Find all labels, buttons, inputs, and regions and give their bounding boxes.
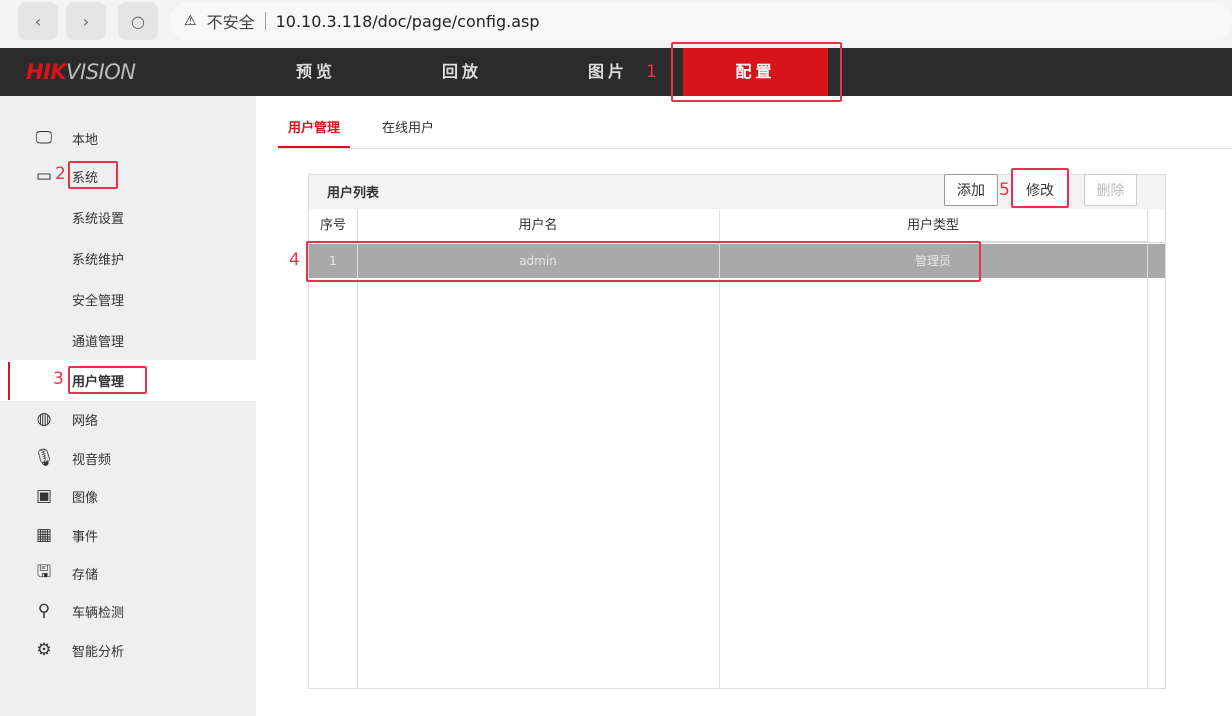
column-header-user-type: 用户类型 <box>719 210 1147 242</box>
annotation-number: 5 <box>999 180 1010 200</box>
delete-button[interactable]: 删除 <box>1084 174 1137 206</box>
selection-indicator <box>8 362 10 400</box>
sidebar-item-security[interactable]: 安全管理 <box>0 279 256 319</box>
window-icon: ▭ <box>34 166 54 186</box>
sidebar-item-video-audio[interactable]: 🎙 视音频 <box>0 438 256 478</box>
forward-button[interactable]: › <box>66 2 106 40</box>
column-divider <box>1147 210 1148 688</box>
image-icon: ▣ <box>34 486 54 506</box>
sidebar-item-system-maintenance[interactable]: 系统维护 <box>0 238 256 278</box>
sidebar-item-image[interactable]: ▣ 图像 <box>0 476 256 516</box>
nav-preview[interactable]: 预览 <box>296 48 336 96</box>
address-bar[interactable]: ⚠ 不安全 10.10.3.118/doc/page/config.asp <box>170 2 1232 40</box>
tab-user-management[interactable]: 用户管理 <box>278 112 350 148</box>
annotation-number: 1 <box>646 62 657 82</box>
sidebar-item-label: 视音频 <box>72 449 111 468</box>
add-button[interactable]: 添加 <box>944 174 998 206</box>
sidebar-item-label: 本地 <box>72 129 98 148</box>
warning-icon: ⚠ <box>184 13 197 29</box>
column-header-username: 用户名 <box>357 210 719 242</box>
sidebar-item-label: 事件 <box>72 526 98 545</box>
divider <box>265 12 266 30</box>
sidebar-item-label: 网络 <box>72 410 98 429</box>
column-header-index: 序号 <box>309 210 357 242</box>
annotation-box <box>68 366 147 394</box>
annotation-box <box>306 241 981 282</box>
sidebar-item-storage[interactable]: 🖫 存储 <box>0 553 256 593</box>
sidebar-item-label: 智能分析 <box>72 641 124 660</box>
vehicle-search-icon: ⚲ <box>34 601 54 621</box>
sidebar-item-label: 安全管理 <box>72 290 124 309</box>
sidebar-item-smart-analysis[interactable]: ⚙ 智能分析 <box>0 630 256 670</box>
annotation-number: 2 <box>55 164 66 184</box>
sidebar-item-local[interactable]: 🖵 本地 <box>0 118 256 158</box>
nav-playback[interactable]: 回放 <box>442 48 482 96</box>
sidebar-item-system[interactable]: ▭系统 <box>0 156 256 196</box>
reload-button[interactable]: ○ <box>118 2 158 40</box>
back-button[interactable]: ‹ <box>18 2 58 40</box>
annotation-box <box>671 42 842 102</box>
sidebar-item-event[interactable]: ▦ 事件 <box>0 515 256 555</box>
sidebar-item-vehicle-detection[interactable]: ⚲ 车辆检测 <box>0 591 256 631</box>
sidebar-item-label: 通道管理 <box>72 331 124 350</box>
sidebar-item-label: 系统维护 <box>72 249 124 268</box>
url-text: 10.10.3.118/doc/page/config.asp <box>276 12 540 31</box>
nav-picture[interactable]: 图片 <box>588 48 628 96</box>
sidebar-item-label: 存储 <box>72 564 98 583</box>
monitor-icon: 🖵 <box>34 128 54 148</box>
save-icon: 🖫 <box>34 563 54 583</box>
annotation-box <box>1011 168 1069 208</box>
sidebar-item-network[interactable]: ◍ 网络 <box>0 399 256 439</box>
sidebar-item-label: 系统设置 <box>72 208 124 227</box>
annotation-number: 4 <box>289 250 300 270</box>
sidebar-item-label: 图像 <box>72 487 98 506</box>
tab-online-users[interactable]: 在线用户 <box>382 112 434 148</box>
panel-title: 用户列表 <box>327 182 379 201</box>
microphone-icon: 🎙 <box>34 448 54 468</box>
globe-icon: ◍ <box>34 409 54 429</box>
sidebar-item-label: 车辆检测 <box>72 602 124 621</box>
annotation-number: 3 <box>53 369 64 389</box>
sidebar-item-system-settings[interactable]: 系统设置 <box>0 197 256 237</box>
analysis-icon: ⚙ <box>34 640 54 660</box>
hikvision-logo: HIKVISION <box>26 60 136 84</box>
security-label: 不安全 <box>207 9 255 33</box>
calendar-icon: ▦ <box>34 525 54 545</box>
annotation-box <box>68 161 118 189</box>
sidebar-item-channel[interactable]: 通道管理 <box>0 320 256 360</box>
